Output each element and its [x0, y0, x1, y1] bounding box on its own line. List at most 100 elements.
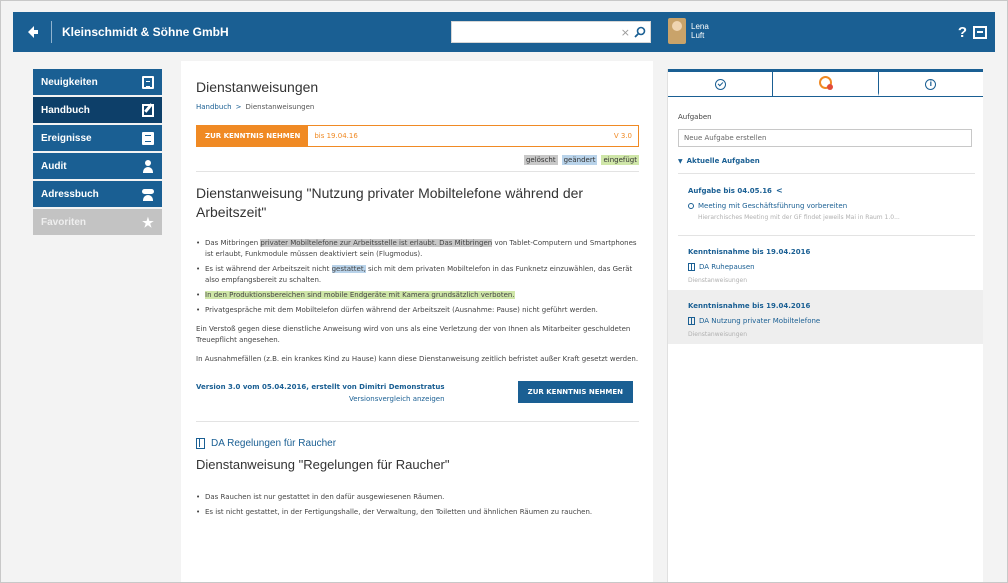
search-input[interactable] — [452, 23, 621, 41]
sidebar-item-audit[interactable]: Audit — [33, 153, 162, 179]
breadcrumb-root[interactable]: Handbuch — [196, 103, 232, 111]
task-title-text: Aufgabe bis 04.05.16 — [688, 186, 772, 195]
sidebar-item-neuigkeiten[interactable]: Neuigkeiten — [33, 69, 162, 95]
task-link[interactable]: Meeting mit Geschäftsführung vorbereiten — [688, 202, 971, 210]
tab-info[interactable]: i — [879, 72, 983, 96]
document-link-label: DA Regelungen für Raucher — [211, 438, 337, 449]
right-panel: i Aufgaben Neue Aufgabe erstellen ▼ Aktu… — [667, 69, 983, 582]
list-item: Es ist nicht gestattet, in der Fertigung… — [196, 507, 639, 518]
tasks-icon — [818, 76, 833, 90]
section-title: Aktuelle Aufgaben — [686, 157, 760, 165]
acknowledge-button-top[interactable]: ZUR KENNTNIS NEHMEN — [197, 126, 309, 146]
task-item: Aufgabe bis 04.05.16 < Meeting mit Gesch… — [678, 174, 975, 227]
sidebar-item-label: Audit — [41, 160, 67, 172]
task-category: Dienstanweisungen — [688, 277, 748, 284]
list-item: Das Mitbringen privater Mobiltelefone zu… — [196, 238, 639, 260]
document-link[interactable]: DA Regelungen für Raucher — [196, 438, 639, 449]
new-task-input[interactable]: Neue Aufgabe erstellen — [678, 129, 972, 147]
book-icon — [196, 438, 205, 449]
legend-changed: geändert — [561, 155, 598, 165]
user-last-name: Luft — [691, 31, 705, 40]
legend-added: eingefügt — [601, 155, 639, 165]
sidebar-item-label: Neuigkeiten — [41, 76, 98, 88]
edit-icon — [142, 103, 154, 117]
task-link-label: Meeting mit Geschäftsführung vorbereiten — [698, 202, 848, 210]
group-icon — [142, 188, 154, 201]
deleted-text: privater Mobiltelefone zur Arbeitsstelle… — [260, 239, 493, 247]
document-bullets: Das Mitbringen privater Mobiltelefone zu… — [196, 238, 639, 316]
document-title: Dienstanweisung "Nutzung privater Mobilt… — [196, 185, 584, 220]
version-compare-link[interactable]: Versionsvergleich anzeigen — [196, 393, 445, 405]
sidebar-item-handbuch[interactable]: Handbuch — [33, 97, 162, 123]
avatar — [668, 18, 686, 44]
user-first-name: Lena — [691, 22, 709, 31]
sidebar-item-label: Favoriten — [41, 216, 87, 228]
tab-acknowledgements[interactable] — [668, 72, 774, 96]
task-description: Hierarchisches Meeting mit der GF findet… — [698, 214, 900, 221]
sidebar-item-ereignisse[interactable]: Ereignisse — [33, 125, 162, 151]
news-icon — [142, 75, 154, 89]
task-link[interactable]: DA Nutzung privater Mobiltelefone — [688, 317, 971, 325]
list-item: In den Produktionsbereichen sind mobile … — [196, 290, 639, 301]
current-tasks-toggle[interactable]: ▼ Aktuelle Aufgaben — [678, 157, 975, 165]
breadcrumb-current: Dienstanweisungen — [245, 103, 315, 111]
logout-icon[interactable] — [973, 25, 987, 39]
page-title: Dienstanweisungen — [196, 79, 319, 95]
sidebar-item-label: Ereignisse — [41, 132, 92, 144]
sidebar-item-label: Adressbuch — [41, 188, 99, 200]
task-title: Kenntnisnahme bis 19.04.2016 — [688, 248, 971, 256]
task-link[interactable]: DA Ruhepausen — [688, 263, 971, 271]
legend-deleted: gelöscht — [523, 155, 558, 165]
task-title: Kenntnisnahme bis 19.04.2016 — [688, 302, 971, 310]
header-actions: ? — [958, 12, 987, 52]
task-category: Dienstanweisungen — [688, 331, 748, 338]
acknowledge-button[interactable]: ZUR KENNTNIS NEHMEN — [517, 381, 633, 403]
user-name: Lena Luft — [691, 22, 709, 40]
sidebar-item-label: Handbuch — [41, 104, 90, 116]
list-item: Das Rauchen ist nur gestattet in den daf… — [196, 492, 639, 503]
main-content: Dienstanweisungen Handbuch > Dienstanwei… — [181, 61, 653, 582]
paragraph: In Ausnahmefällen (z.B. ein krankes Kind… — [196, 355, 639, 363]
panel-tabs: i — [668, 69, 983, 97]
task-item-selected: Kenntnisnahme bis 19.04.2016 DA Nutzung … — [668, 290, 983, 344]
arrow-left-icon — [28, 26, 38, 38]
task-link-label: DA Nutzung privater Mobiltelefone — [699, 317, 821, 325]
task-item: Kenntnisnahme bis 19.04.2016 DA Ruhepaus… — [678, 236, 975, 290]
search-icon[interactable] — [634, 26, 646, 38]
task-title-text: Kenntnisnahme bis 19.04.2016 — [688, 302, 811, 310]
clear-search-button[interactable]: × — [621, 26, 630, 39]
document-bullets-2: Das Rauchen ist nur gestattet in den daf… — [196, 492, 639, 518]
tab-tasks[interactable] — [773, 72, 879, 96]
top-bar: Kleinschmidt & Söhne GmbH × Lena Luft ? — [13, 12, 995, 52]
acknowledge-bar: ZUR KENNTNIS NEHMEN bis 19.04.16 V 3.0 — [196, 125, 639, 147]
task-title-text: Kenntnisnahme bis 19.04.2016 — [688, 248, 811, 256]
changed-text: gestattet, — [331, 265, 366, 273]
help-button[interactable]: ? — [958, 24, 967, 41]
sidebar-item-favoriten[interactable]: Favoriten ★ — [33, 209, 162, 235]
acknowledge-deadline: bis 19.04.16 — [314, 132, 358, 140]
app-frame: Kleinschmidt & Söhne GmbH × Lena Luft ? … — [0, 0, 1008, 583]
file-icon — [142, 131, 154, 145]
app-title: Kleinschmidt & Söhne GmbH — [62, 25, 229, 39]
version-row: Version 3.0 vom 05.04.2016, erstellt von… — [196, 381, 639, 405]
circle-icon — [688, 203, 694, 209]
text: Das Mitbringen — [205, 239, 261, 247]
change-legend: gelöscht geändert eingefügt — [196, 155, 639, 165]
divider — [196, 421, 639, 422]
caret-down-icon: ▼ — [678, 157, 683, 165]
search-box[interactable]: × — [451, 21, 651, 43]
check-circle-icon — [714, 78, 726, 90]
paragraph: Ein Verstoß gegen diese dienstliche Anwe… — [196, 325, 631, 344]
person-icon — [142, 159, 154, 173]
sidebar-item-adressbuch[interactable]: Adressbuch — [33, 181, 162, 207]
tasks-label: Aufgaben — [678, 113, 712, 121]
book-icon — [688, 263, 695, 271]
task-link-label: DA Ruhepausen — [699, 263, 755, 271]
back-button[interactable] — [13, 12, 51, 52]
book-icon — [688, 317, 695, 325]
star-icon: ★ — [142, 214, 154, 230]
divider — [196, 171, 639, 172]
share-icon[interactable]: < — [776, 186, 783, 195]
header-divider — [51, 21, 52, 43]
user-menu[interactable]: Lena Luft — [668, 18, 709, 44]
